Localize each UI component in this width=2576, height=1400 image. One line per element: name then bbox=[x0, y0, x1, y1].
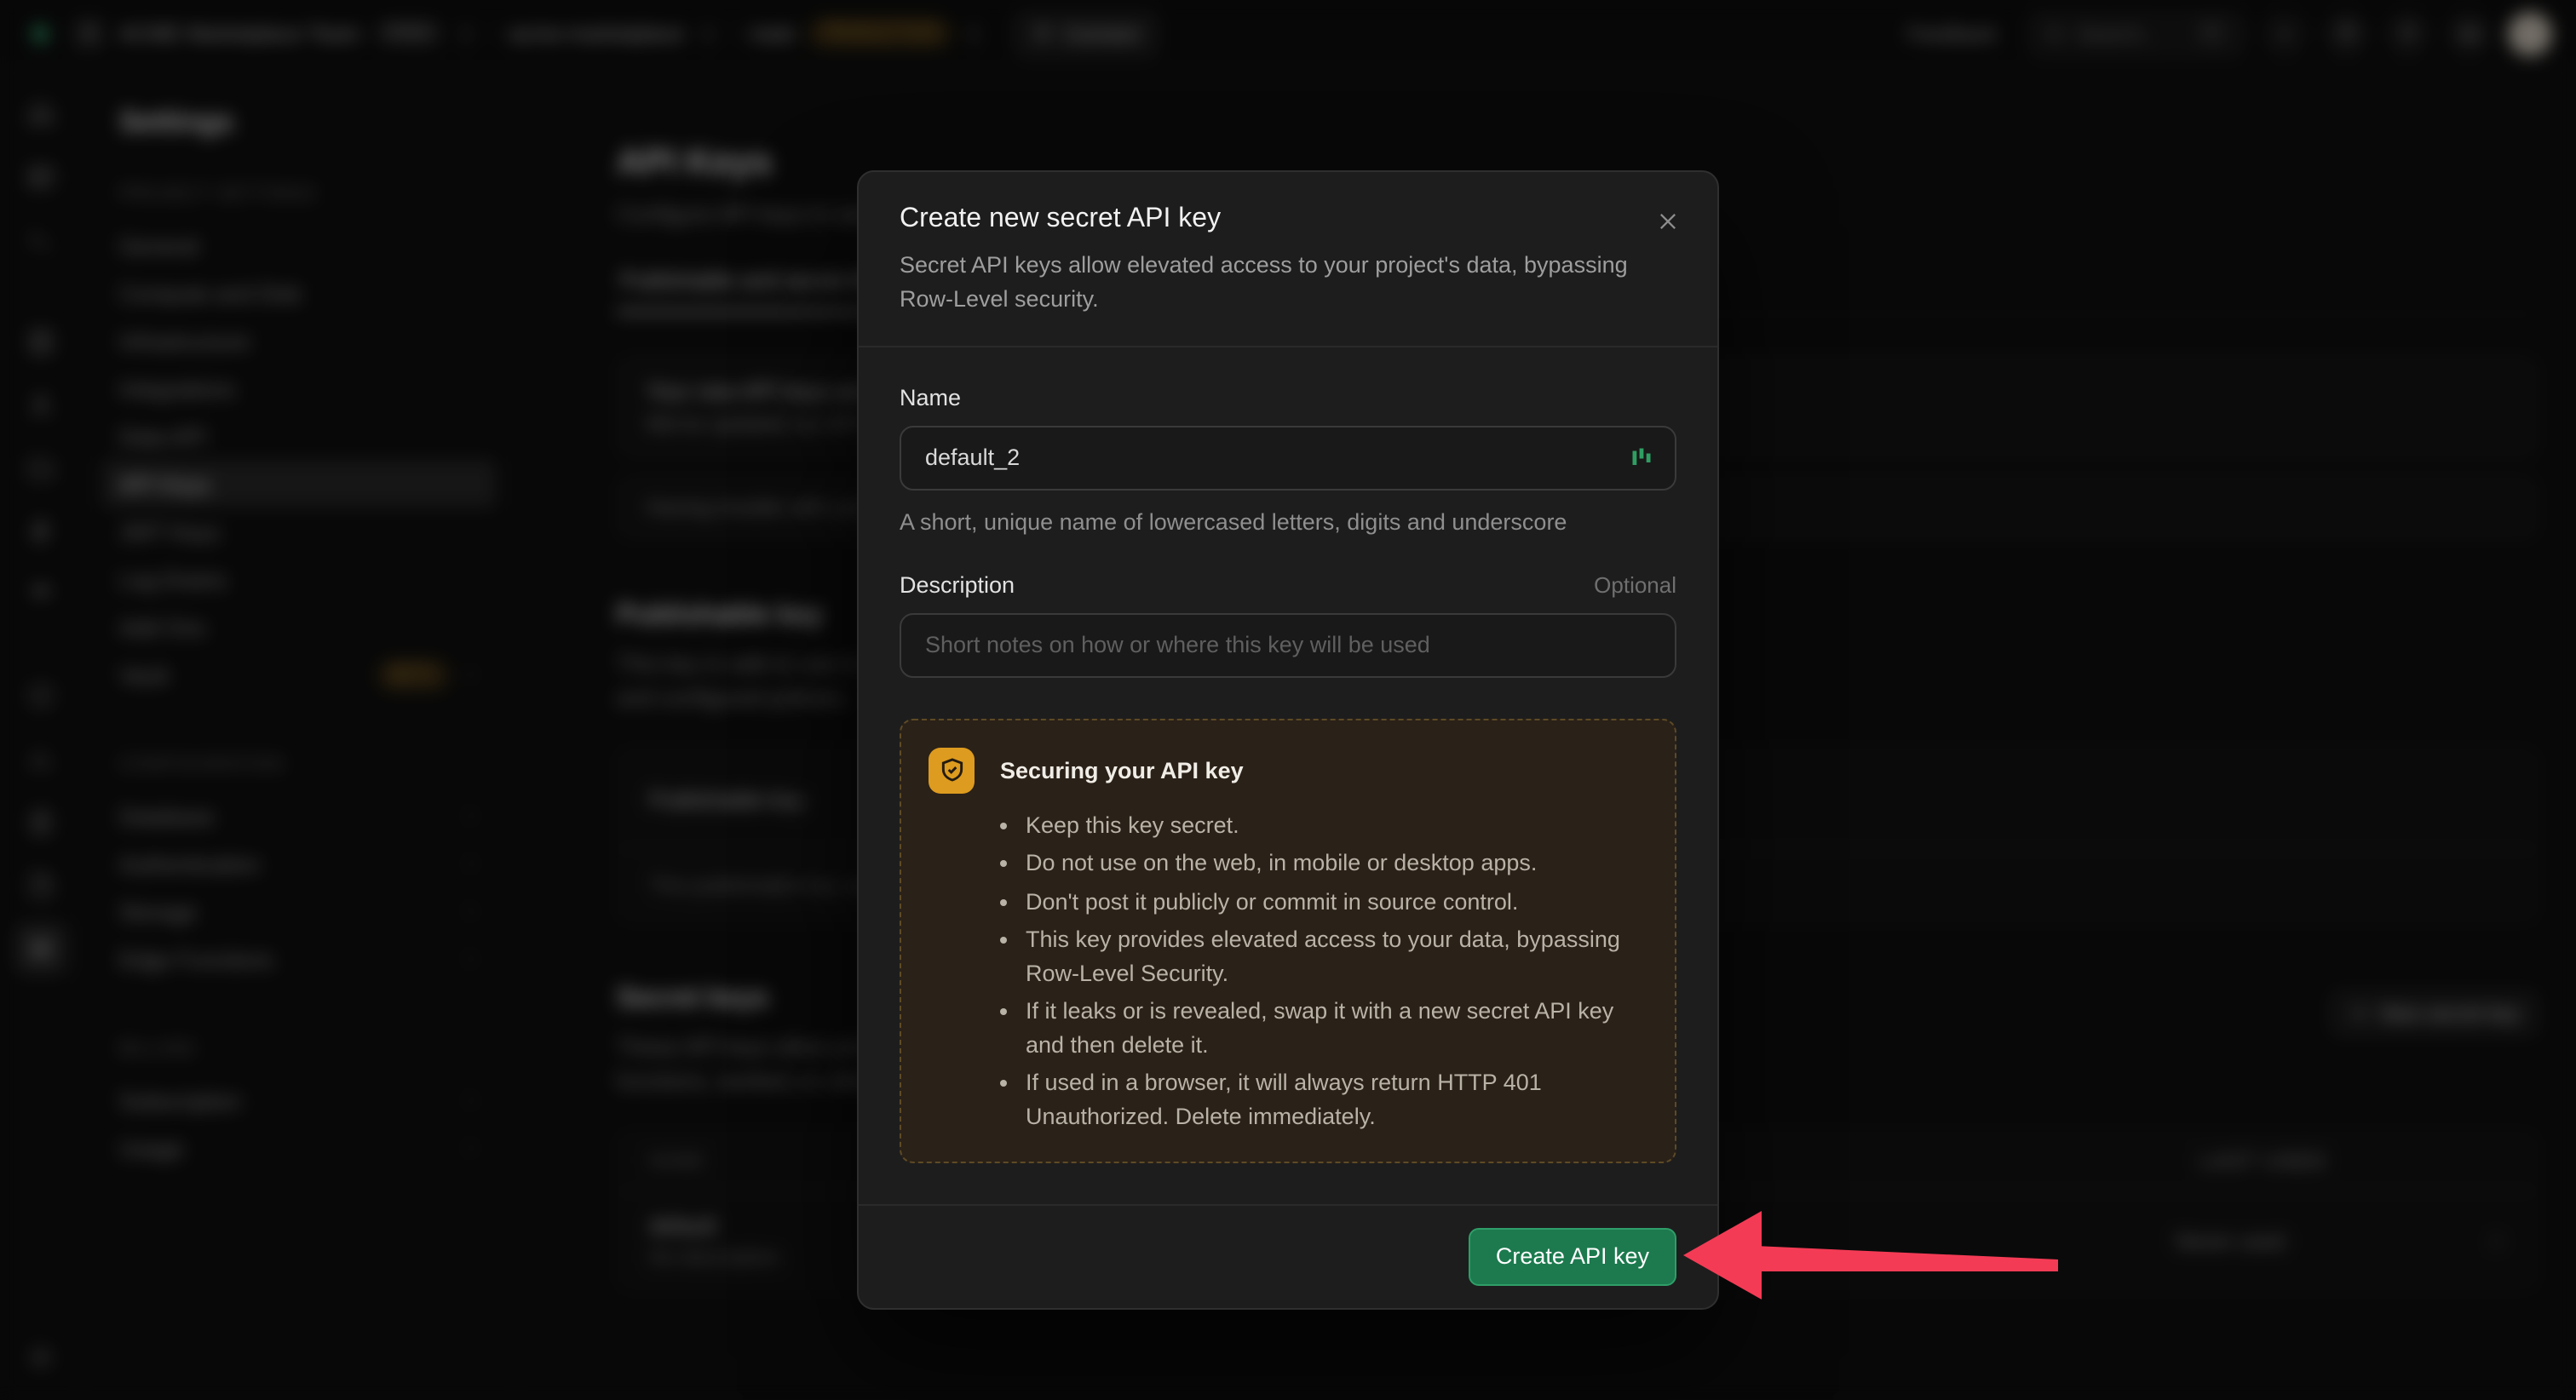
screen: ACME Marketplace Team FREE / acme-market… bbox=[0, 0, 2576, 1400]
security-bullet: Keep this key secret. bbox=[1026, 808, 1647, 841]
generate-name-icon[interactable] bbox=[1629, 445, 1654, 470]
name-field-help: A short, unique name of lowercased lette… bbox=[900, 508, 1676, 534]
close-icon bbox=[1656, 209, 1680, 233]
shield-check-icon bbox=[929, 747, 975, 793]
create-secret-key-modal: Create new secret API key Secret API key… bbox=[857, 170, 1719, 1309]
name-field-label: Name bbox=[900, 384, 1676, 410]
modal-footer: Create API key bbox=[859, 1203, 1717, 1307]
security-bullet: If used in a browser, it will always ret… bbox=[1026, 1067, 1647, 1133]
description-optional-label: Optional bbox=[1594, 571, 1676, 597]
security-bullet: This key provides elevated access to you… bbox=[1026, 923, 1647, 990]
modal-body: Name A short, unique name of lowercased … bbox=[859, 347, 1717, 1203]
modal-subtitle: Secret API keys allow elevated access to… bbox=[900, 249, 1676, 318]
name-input-container bbox=[900, 425, 1676, 490]
security-bullet: Do not use on the web, in mobile or desk… bbox=[1026, 846, 1647, 880]
create-api-key-button[interactable]: Create API key bbox=[1469, 1227, 1676, 1285]
description-input[interactable] bbox=[922, 630, 1654, 659]
security-callout-list: Keep this key secret. Do not use on the … bbox=[929, 808, 1647, 1133]
modal-header: Create new secret API key Secret API key… bbox=[859, 172, 1717, 347]
modal-title: Create new secret API key bbox=[900, 204, 1676, 235]
description-input-container bbox=[900, 612, 1676, 677]
security-bullet: If it leaks or is revealed, swap it with… bbox=[1026, 995, 1647, 1062]
security-callout-title: Securing your API key bbox=[1000, 757, 1244, 783]
modal-close-button[interactable] bbox=[1646, 199, 1690, 244]
name-input[interactable] bbox=[922, 443, 1615, 472]
security-callout: Securing your API key Keep this key secr… bbox=[900, 718, 1676, 1162]
security-bullet: Don't post it publicly or commit in sour… bbox=[1026, 885, 1647, 918]
description-field-label: Description bbox=[900, 571, 1015, 597]
